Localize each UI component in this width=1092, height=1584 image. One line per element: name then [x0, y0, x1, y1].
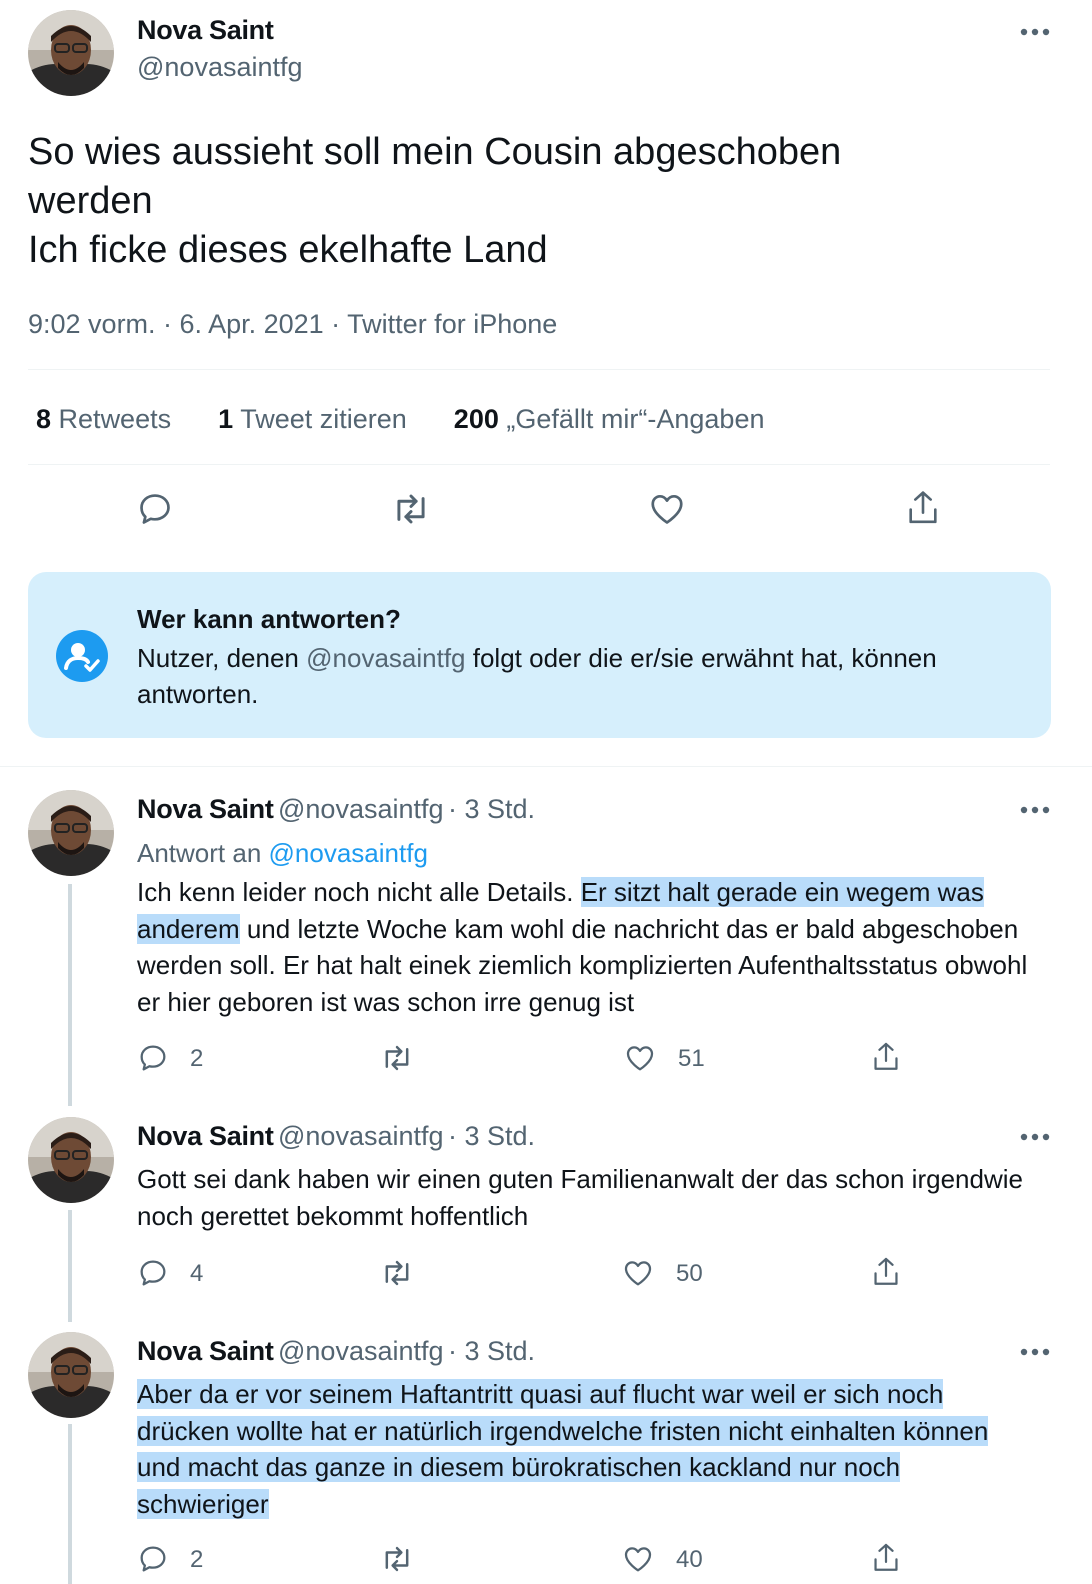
reply-avatar[interactable] [28, 1117, 114, 1203]
reply-author-name[interactable]: Nova Saint [137, 794, 274, 824]
reply-restriction-notice: Wer kann antworten? Nutzer, denen @novas… [28, 572, 1051, 738]
reply-count: 2 [190, 1045, 204, 1072]
divider [28, 369, 1050, 370]
reply-to: Antwort an @novasaintfg [137, 838, 428, 869]
retweet-icon[interactable] [390, 490, 432, 528]
more-icon[interactable] [1020, 27, 1050, 37]
share-icon[interactable] [904, 488, 942, 528]
reply-author-handle[interactable]: @novasaintfg [278, 1121, 444, 1151]
reply-text-highlighted: Aber da er vor seinem Haftantritt quasi … [137, 1379, 989, 1519]
heart-icon[interactable] [624, 1042, 656, 1074]
retweets-stat[interactable]: 8 Retweets [36, 404, 171, 434]
heart-icon[interactable] [648, 490, 686, 528]
thread-line [68, 884, 72, 1106]
reply-count: 2 [190, 1546, 204, 1573]
tweet-text-line: Ich ficke dieses ekelhafte Land [28, 229, 548, 271]
user-check-icon [56, 630, 108, 687]
thread-line [68, 1424, 72, 1584]
likes-count: 200 [453, 404, 499, 434]
tweet-timestamp[interactable]: 9:02 vorm. · 6. Apr. 2021 · Twitter for … [28, 309, 557, 340]
reply-text: Ich kenn leider noch nicht alle Details.… [137, 874, 1057, 1020]
like-count: 50 [676, 1260, 703, 1287]
quotes-count: 1 [218, 404, 234, 434]
like-count: 40 [676, 1546, 703, 1573]
author-avatar[interactable] [28, 10, 114, 96]
notice-title: Wer kann antworten? [137, 604, 401, 634]
reply-time[interactable]: · 3 Std. [448, 1121, 535, 1151]
tweet-text-line: werden [28, 180, 153, 222]
tweet-text-line: So wies aussieht soll mein Cousin abgesc… [28, 131, 842, 173]
retweet-icon[interactable] [379, 1257, 415, 1289]
heart-icon[interactable] [622, 1257, 654, 1289]
reply-to-label: Antwort an [137, 838, 262, 868]
notice-text-start: Nutzer, denen [137, 643, 307, 673]
retweets-count: 8 [36, 404, 52, 434]
reply-author-name[interactable]: Nova Saint [137, 1121, 274, 1151]
reply-to-handle[interactable]: @novasaintfg [269, 838, 428, 868]
reply-text-part: Ich kenn leider noch nicht alle Details. [137, 877, 581, 907]
reply-count: 4 [190, 1260, 204, 1287]
reply-time[interactable]: · 3 Std. [448, 1336, 535, 1366]
tweet-text: So wies aussieht soll mein Cousin abgesc… [28, 128, 1058, 275]
reply-avatar[interactable] [28, 790, 114, 876]
reply-header: Nova Saint @novasaintfg · 3 Std. [137, 794, 535, 825]
author-name[interactable]: Nova Saint [137, 15, 274, 46]
reply-header: Nova Saint @novasaintfg · 3 Std. [137, 1336, 535, 1367]
share-icon[interactable] [870, 1255, 902, 1289]
reply-author-handle[interactable]: @novasaintfg [278, 794, 444, 824]
reply-icon[interactable] [136, 490, 174, 528]
more-icon[interactable] [1020, 805, 1050, 815]
notice-text: Nutzer, denen @novasaintfg folgt oder di… [137, 640, 1017, 712]
quotes-label: Tweet zitieren [240, 404, 407, 434]
likes-stat[interactable]: 200 „Gefällt mir“-Angaben [454, 404, 765, 434]
likes-label: „Gefällt mir“-Angaben [506, 404, 765, 434]
reply-text: Gott sei dank haben wir einen guten Fami… [137, 1164, 1023, 1231]
retweet-icon[interactable] [379, 1543, 415, 1575]
tweet-stats: 8 Retweets 1 Tweet zitieren 200 „Gefällt… [36, 404, 764, 435]
notice-mention[interactable]: @novasaintfg [306, 643, 465, 673]
thread-line [68, 1210, 72, 1322]
divider [0, 766, 1092, 767]
heart-icon[interactable] [622, 1543, 654, 1575]
reply-avatar[interactable] [28, 1332, 114, 1418]
quotes-stat[interactable]: 1 Tweet zitieren [218, 404, 407, 434]
retweets-label: Retweets [58, 404, 172, 434]
reply-text-part: und letzte Woche kam wohl die nachricht … [137, 913, 1028, 1017]
like-count: 51 [678, 1045, 705, 1072]
more-icon[interactable] [1020, 1347, 1050, 1357]
more-icon[interactable] [1020, 1132, 1050, 1142]
reply-header: Nova Saint @novasaintfg · 3 Std. [137, 1121, 535, 1152]
reply-icon[interactable] [137, 1257, 169, 1289]
reply-author-name[interactable]: Nova Saint [137, 1336, 274, 1366]
share-icon[interactable] [870, 1541, 902, 1575]
reply-author-handle[interactable]: @novasaintfg [278, 1336, 444, 1366]
retweet-icon[interactable] [379, 1042, 415, 1074]
author-handle[interactable]: @novasaintfg [137, 52, 303, 83]
reply-text: Aber da er vor seinem Haftantritt quasi … [137, 1376, 1027, 1522]
reply-icon[interactable] [137, 1543, 169, 1575]
reply-time[interactable]: · 3 Std. [448, 794, 535, 824]
reply-icon[interactable] [137, 1042, 169, 1074]
share-icon[interactable] [870, 1040, 902, 1074]
divider [28, 464, 1050, 465]
